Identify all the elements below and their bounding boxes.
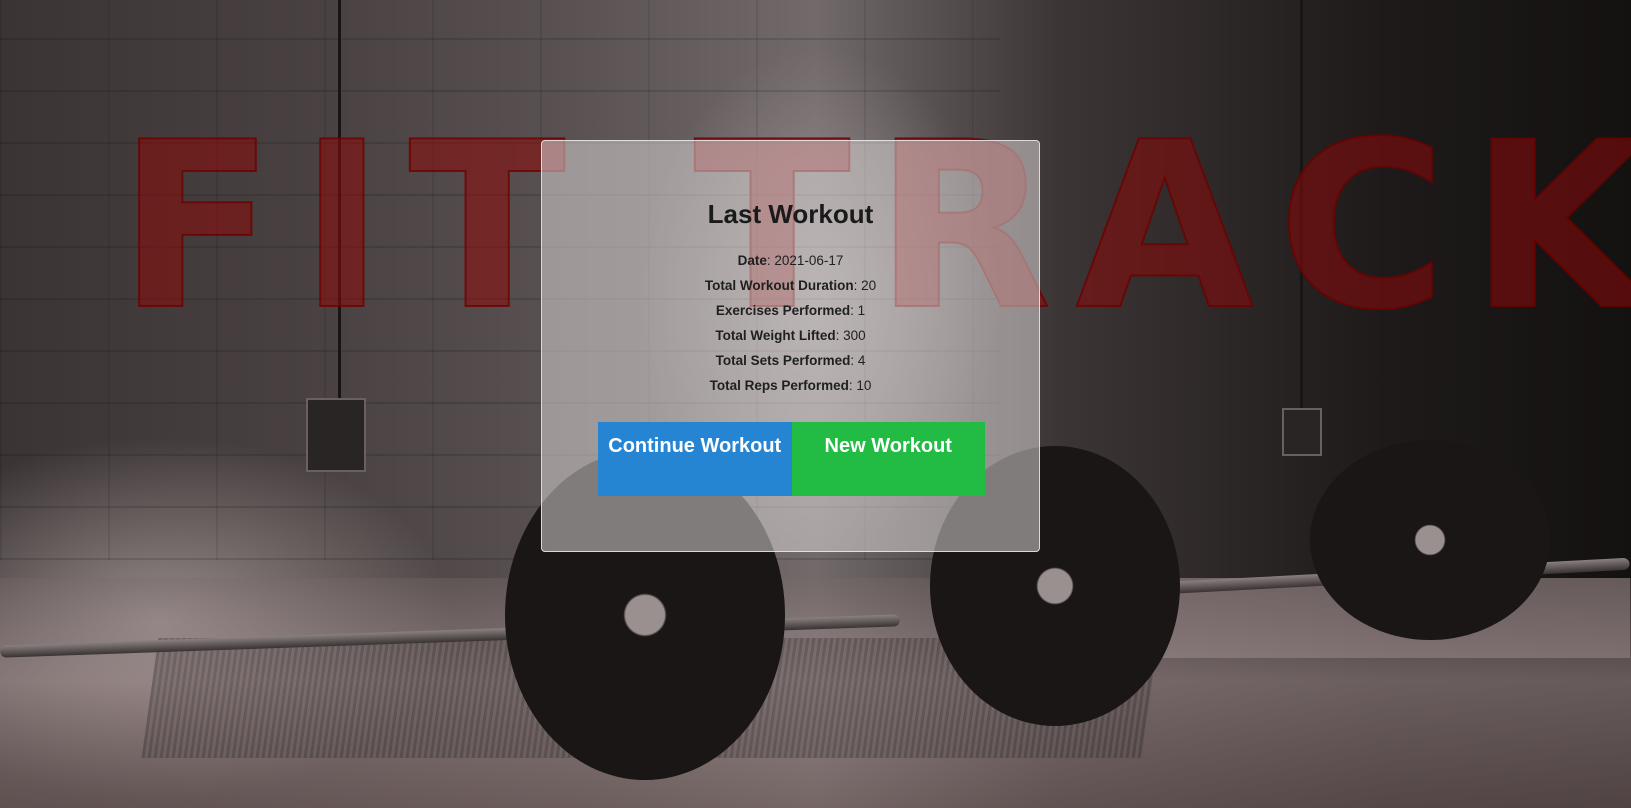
cable-box — [1282, 408, 1322, 456]
stat-sets: Total Sets Performed: 4 — [715, 353, 866, 368]
stat-value: 1 — [857, 303, 866, 318]
card-title: Last Workout — [707, 199, 874, 229]
stat-value: 20 — [861, 278, 877, 293]
stat-label: Total Workout Duration — [704, 278, 854, 293]
action-buttons: Continue Workout New Workout — [598, 422, 985, 496]
stat-duration: Total Workout Duration: 20 — [704, 278, 877, 293]
stat-value: 300 — [843, 328, 866, 343]
stat-value: 10 — [856, 378, 872, 393]
stat-label: Total Sets Performed — [715, 353, 851, 368]
stat-value: 4 — [857, 353, 866, 368]
stat-label: Total Weight Lifted — [715, 328, 836, 343]
cable-box — [306, 398, 366, 472]
weight-plate — [1310, 440, 1550, 640]
stat-label: Date — [737, 253, 767, 268]
stat-value: 2021-06-17 — [774, 253, 844, 268]
stat-label: Exercises Performed — [715, 303, 851, 318]
last-workout-card: Last Workout Date: 2021-06-17 Total Work… — [541, 140, 1040, 552]
stat-label: Total Reps Performed — [709, 378, 849, 393]
new-workout-button[interactable]: New Workout — [791, 422, 985, 496]
stat-weight: Total Weight Lifted: 300 — [715, 328, 866, 343]
stat-date: Date: 2021-06-17 — [737, 253, 844, 268]
stat-reps: Total Reps Performed: 10 — [709, 378, 872, 393]
stat-exercises: Exercises Performed: 1 — [715, 303, 866, 318]
continue-workout-button[interactable]: Continue Workout — [598, 422, 792, 496]
